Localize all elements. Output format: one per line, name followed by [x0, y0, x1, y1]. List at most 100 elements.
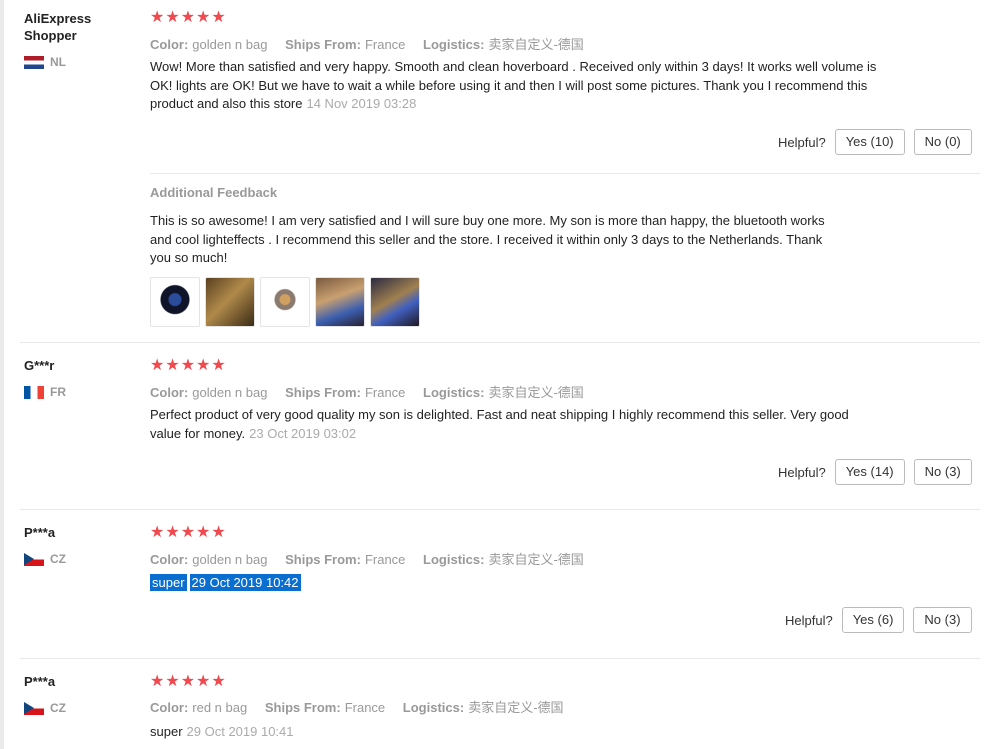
- review-body: Wow! More than satisfied and very happy.…: [150, 59, 877, 111]
- helpful-vote: Helpful? Yes (14) No (3): [778, 459, 972, 485]
- star-icon: ★: [211, 524, 226, 541]
- star-icon: ★: [180, 357, 196, 374]
- fr-flag-icon: [24, 385, 44, 399]
- color-label: Color:: [150, 385, 189, 400]
- helpful-no-button[interactable]: No (3): [913, 459, 972, 485]
- star-icon: ★: [165, 673, 180, 690]
- reviewer-name: AliExpress Shopper: [24, 11, 92, 43]
- cz-flag-icon: [24, 701, 44, 715]
- star-icon: ★: [211, 9, 226, 26]
- review-date-selected: 29 Oct 2019 10:42: [189, 574, 301, 591]
- star-rating: ★ ★ ★ ★ ★: [150, 10, 226, 26]
- ships-from-label: Ships From:: [264, 700, 341, 715]
- ships-from-label: Ships From:: [285, 552, 361, 567]
- logistics-label: Logistics:: [423, 37, 485, 52]
- logistics-value: 卖家自定义-德国: [488, 552, 584, 567]
- review-body: super: [150, 724, 183, 739]
- star-icon: ★: [196, 357, 211, 374]
- star-icon: ★: [180, 524, 196, 541]
- ships-from-value: France: [364, 37, 406, 52]
- review-photo-thumbnail[interactable]: [370, 277, 420, 327]
- color-value: golden n bag: [192, 385, 268, 400]
- reviewer-country: CZ: [24, 701, 66, 715]
- star-icon: ★: [196, 673, 211, 690]
- page-left-border: [0, 0, 4, 749]
- review-text: super 29 Oct 2019 10:41: [150, 723, 880, 742]
- helpful-label: Helpful?: [778, 134, 826, 150]
- star-icon: ★: [211, 673, 226, 690]
- helpful-no-button[interactable]: No (3): [913, 607, 972, 633]
- star-rating: ★ ★ ★ ★ ★: [150, 525, 226, 541]
- ships-from-value: France: [364, 385, 406, 400]
- star-icon: ★: [165, 357, 180, 374]
- review-photo-thumbnail[interactable]: [260, 277, 310, 327]
- logistics-value: 卖家自定义-德国: [488, 37, 584, 52]
- additional-feedback-title: Additional Feedback: [150, 185, 278, 200]
- logistics-value: 卖家自定义-德国: [488, 385, 584, 400]
- helpful-yes-button[interactable]: Yes (14): [834, 459, 905, 485]
- reviewer-country: NL: [24, 55, 66, 69]
- ships-from-label: Ships From:: [285, 37, 361, 52]
- reviewer-name: P***a: [24, 525, 56, 540]
- review-text: Perfect product of very good quality my …: [150, 406, 870, 443]
- review-date: 23 Oct 2019 03:02: [249, 425, 357, 441]
- order-info: Color: golden n bag Ships From: France Log…: [150, 34, 598, 53]
- logistics-label: Logistics:: [402, 700, 465, 715]
- reviewer-country: CZ: [24, 552, 66, 566]
- country-code: CZ: [50, 552, 66, 566]
- review-date: 14 Nov 2019 03:28: [306, 96, 417, 111]
- star-icon: ★: [196, 9, 211, 26]
- color-label: Color:: [150, 700, 189, 715]
- helpful-yes-button[interactable]: Yes (10): [834, 129, 905, 155]
- color-value: golden n bag: [192, 37, 268, 52]
- review-divider: [20, 658, 980, 659]
- star-icon: ★: [180, 673, 196, 690]
- star-icon: ★: [165, 9, 180, 26]
- review-date: 29 Oct 2019 10:41: [186, 724, 294, 739]
- divider: [150, 173, 980, 174]
- reviewer-country: FR: [24, 385, 66, 399]
- helpful-label: Helpful?: [778, 464, 826, 480]
- review-photo-thumbnail[interactable]: [315, 277, 365, 327]
- logistics-value: 卖家自定义-德国: [468, 700, 564, 715]
- country-code: NL: [50, 55, 66, 69]
- star-icon: ★: [196, 524, 211, 541]
- review-text: Wow! More than satisfied and very happy.…: [150, 58, 880, 114]
- additional-feedback-text: This is so awesome! I am very satisfied …: [150, 213, 825, 265]
- order-info: Color: golden n bag Ships From: France Log…: [150, 549, 598, 568]
- nl-flag-icon: [24, 55, 44, 69]
- helpful-no-button[interactable]: No (0): [913, 129, 972, 155]
- star-icon: ★: [150, 673, 165, 690]
- ships-from-label: Ships From:: [285, 385, 361, 400]
- review-body-selected: super: [150, 574, 187, 591]
- country-code: FR: [50, 385, 66, 399]
- star-icon: ★: [150, 524, 165, 541]
- color-label: Color:: [150, 552, 189, 567]
- logistics-label: Logistics:: [423, 552, 485, 567]
- color-label: Color:: [150, 37, 189, 52]
- star-icon: ★: [180, 9, 196, 26]
- order-info: Color: golden n bag Ships From: France Log…: [150, 382, 598, 401]
- review-divider: [20, 509, 980, 510]
- review-text: super 29 Oct 2019 10:42: [150, 574, 880, 593]
- helpful-vote: Helpful? Yes (10) No (0): [778, 129, 972, 155]
- reviewer-name: P***a: [24, 674, 56, 689]
- helpful-yes-button[interactable]: Yes (6): [841, 607, 905, 633]
- review-divider: [20, 342, 980, 343]
- review-photos: [150, 277, 420, 327]
- star-rating: ★ ★ ★ ★ ★: [150, 358, 226, 374]
- cz-flag-icon: [24, 552, 44, 566]
- country-code: CZ: [50, 701, 66, 715]
- reviewer-name: G***r: [24, 358, 55, 373]
- star-icon: ★: [165, 524, 180, 541]
- review-photo-thumbnail[interactable]: [205, 277, 255, 327]
- helpful-vote: Helpful? Yes (6) No (3): [785, 607, 972, 633]
- ships-from-value: France: [364, 552, 406, 567]
- color-value: red n bag: [192, 700, 248, 715]
- ships-from-value: France: [344, 700, 386, 715]
- review-photo-thumbnail[interactable]: [150, 277, 200, 327]
- star-icon: ★: [150, 9, 165, 26]
- helpful-label: Helpful?: [785, 612, 833, 628]
- logistics-label: Logistics:: [423, 385, 485, 400]
- color-value: golden n bag: [192, 552, 268, 567]
